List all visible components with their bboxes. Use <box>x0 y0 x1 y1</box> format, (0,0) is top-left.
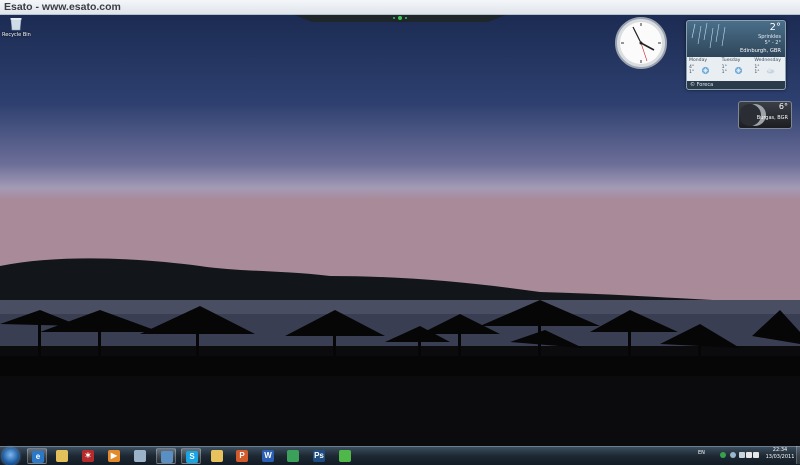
recycle-bin-icon <box>10 18 22 31</box>
taskbar-button[interactable] <box>283 448 303 464</box>
taskbar-button[interactable] <box>207 448 227 464</box>
sprinkles-icon <box>691 22 726 49</box>
photoshop-icon: Ps <box>313 450 325 462</box>
spotify-icon <box>339 450 351 462</box>
app-5-icon <box>134 450 146 462</box>
tray-app-icon[interactable] <box>730 452 736 458</box>
moon-temp: 6° <box>778 102 788 111</box>
start-button[interactable] <box>2 448 19 465</box>
moon-gadget[interactable]: 6° Burgas, BGR <box>738 101 792 129</box>
taskbar-button[interactable] <box>156 448 176 464</box>
desktop-wallpaper <box>0 14 800 446</box>
taskbar-button[interactable]: ✶ <box>78 448 98 464</box>
forecast-day: Wednesday 1° 1° <box>752 57 785 81</box>
forecast-day-name: Wednesday <box>754 58 781 63</box>
forecast-day-name: Monday <box>689 58 708 63</box>
recycle-bin[interactable]: Recycle Bin <box>2 17 31 38</box>
snowflake-icon <box>701 66 710 75</box>
windows-explorer-icon <box>56 450 68 462</box>
folder-icon <box>211 450 223 462</box>
powerpoint-icon: P <box>236 450 248 462</box>
forecast-low: 1° <box>754 70 760 75</box>
signal-icon[interactable] <box>746 452 752 458</box>
skype-icon: S <box>186 451 198 463</box>
snowflake-icon <box>734 66 742 75</box>
clock-gadget[interactable] <box>614 16 668 70</box>
weather-current-temp: 2° <box>769 22 781 33</box>
taskbar-button[interactable] <box>335 448 355 464</box>
weather-range: 5° - 2° <box>764 40 781 46</box>
moon-location: Burgas, BGR <box>756 115 788 121</box>
weather-gadget[interactable]: 2° Sprinkles 5° - 2° Edinburgh, GBR Mond… <box>686 20 786 90</box>
weather-forecast: Monday 4° 1° Tuesday 1° 1° Wednesday 1° 1° <box>687 57 785 81</box>
weather-source: © Foreca <box>690 82 714 88</box>
network-icon[interactable] <box>720 452 726 458</box>
desktop-top-notch <box>292 14 508 22</box>
taskbar-button[interactable] <box>130 448 150 464</box>
battery-icon[interactable] <box>739 452 745 458</box>
show-desktop-button[interactable] <box>796 446 800 464</box>
taskbar-button[interactable]: ▶ <box>104 448 124 464</box>
clock-time: 22:34 <box>772 447 788 453</box>
taskbar-button[interactable]: P <box>232 448 252 464</box>
taskbar-button[interactable]: e <box>27 448 47 464</box>
forecast-day-name: Tuesday <box>721 58 741 63</box>
taskbar-button[interactable]: Ps <box>309 448 329 464</box>
recycle-bin-label: Recycle Bin <box>2 32 31 38</box>
language-indicator[interactable]: EN <box>698 450 705 456</box>
forecast-day: Monday 4° 1° <box>687 57 720 81</box>
app-3-icon: ✶ <box>82 450 94 462</box>
media-player-icon: ▶ <box>108 450 120 462</box>
forecast-low: 1° <box>721 70 727 75</box>
word-icon: W <box>262 450 274 462</box>
app-6-icon <box>161 451 173 463</box>
watermark-bar: Esato - www.esato.com <box>0 0 800 15</box>
cloud-icon <box>767 68 775 74</box>
weather-location: Edinburgh, GBR <box>740 48 781 54</box>
volume-icon[interactable] <box>753 452 759 458</box>
clock-date: 13/03/2011 <box>765 454 795 460</box>
taskbar-button[interactable]: W <box>258 448 278 464</box>
watermark-text: Esato - www.esato.com <box>4 1 121 13</box>
taskbar: e ✶ ▶ S P W Ps <box>0 446 800 465</box>
taskbar-button[interactable] <box>52 448 72 464</box>
app-11-icon <box>287 450 299 462</box>
internet-explorer-icon: e <box>32 451 44 463</box>
taskbar-button[interactable]: S <box>181 448 201 464</box>
forecast-low: 1° <box>689 70 695 75</box>
system-clock[interactable]: 22:34 13/03/2011 <box>762 447 798 461</box>
forecast-day: Tuesday 1° 1° <box>720 57 753 81</box>
